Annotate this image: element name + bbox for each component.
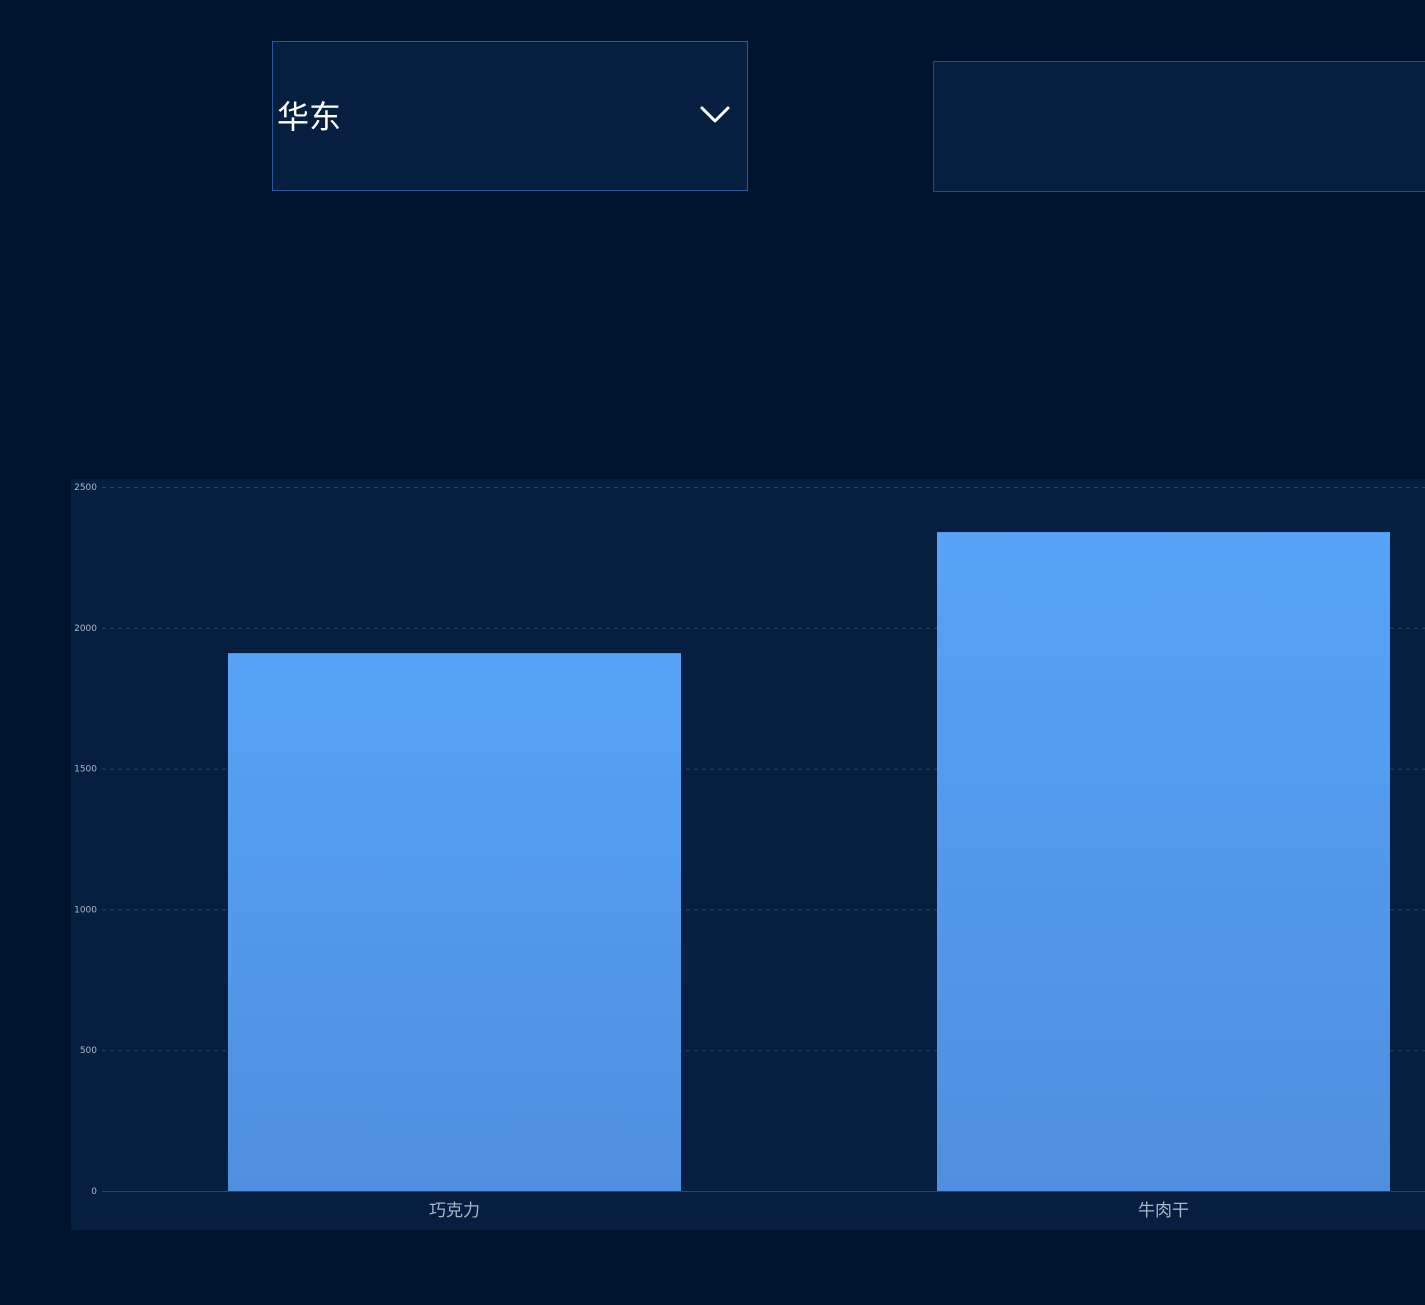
x-axis-ticks: 巧克力 牛肉干	[429, 1201, 1189, 1221]
y-tick-label: 1000	[74, 905, 97, 915]
dashboard-page: 华东 0 500 1000 1500 2000 2500 巧克力 牛肉干	[0, 0, 1425, 1305]
bar-1[interactable]	[228, 653, 681, 1191]
x-tick-label: 牛肉干	[1138, 1201, 1189, 1221]
y-axis-ticks: 0 500 1000 1500 2000 2500	[74, 483, 97, 1197]
bar-chart: 0 500 1000 1500 2000 2500 巧克力 牛肉干	[74, 483, 1425, 1221]
x-tick-label: 巧克力	[429, 1201, 480, 1221]
bar-2[interactable]	[937, 532, 1390, 1191]
y-tick-label: 2000	[74, 624, 97, 634]
y-tick-label: 2500	[74, 483, 97, 493]
y-tick-label: 500	[80, 1046, 97, 1056]
y-tick-label: 0	[91, 1187, 97, 1197]
y-tick-label: 1500	[74, 765, 97, 775]
bars	[228, 532, 1390, 1191]
